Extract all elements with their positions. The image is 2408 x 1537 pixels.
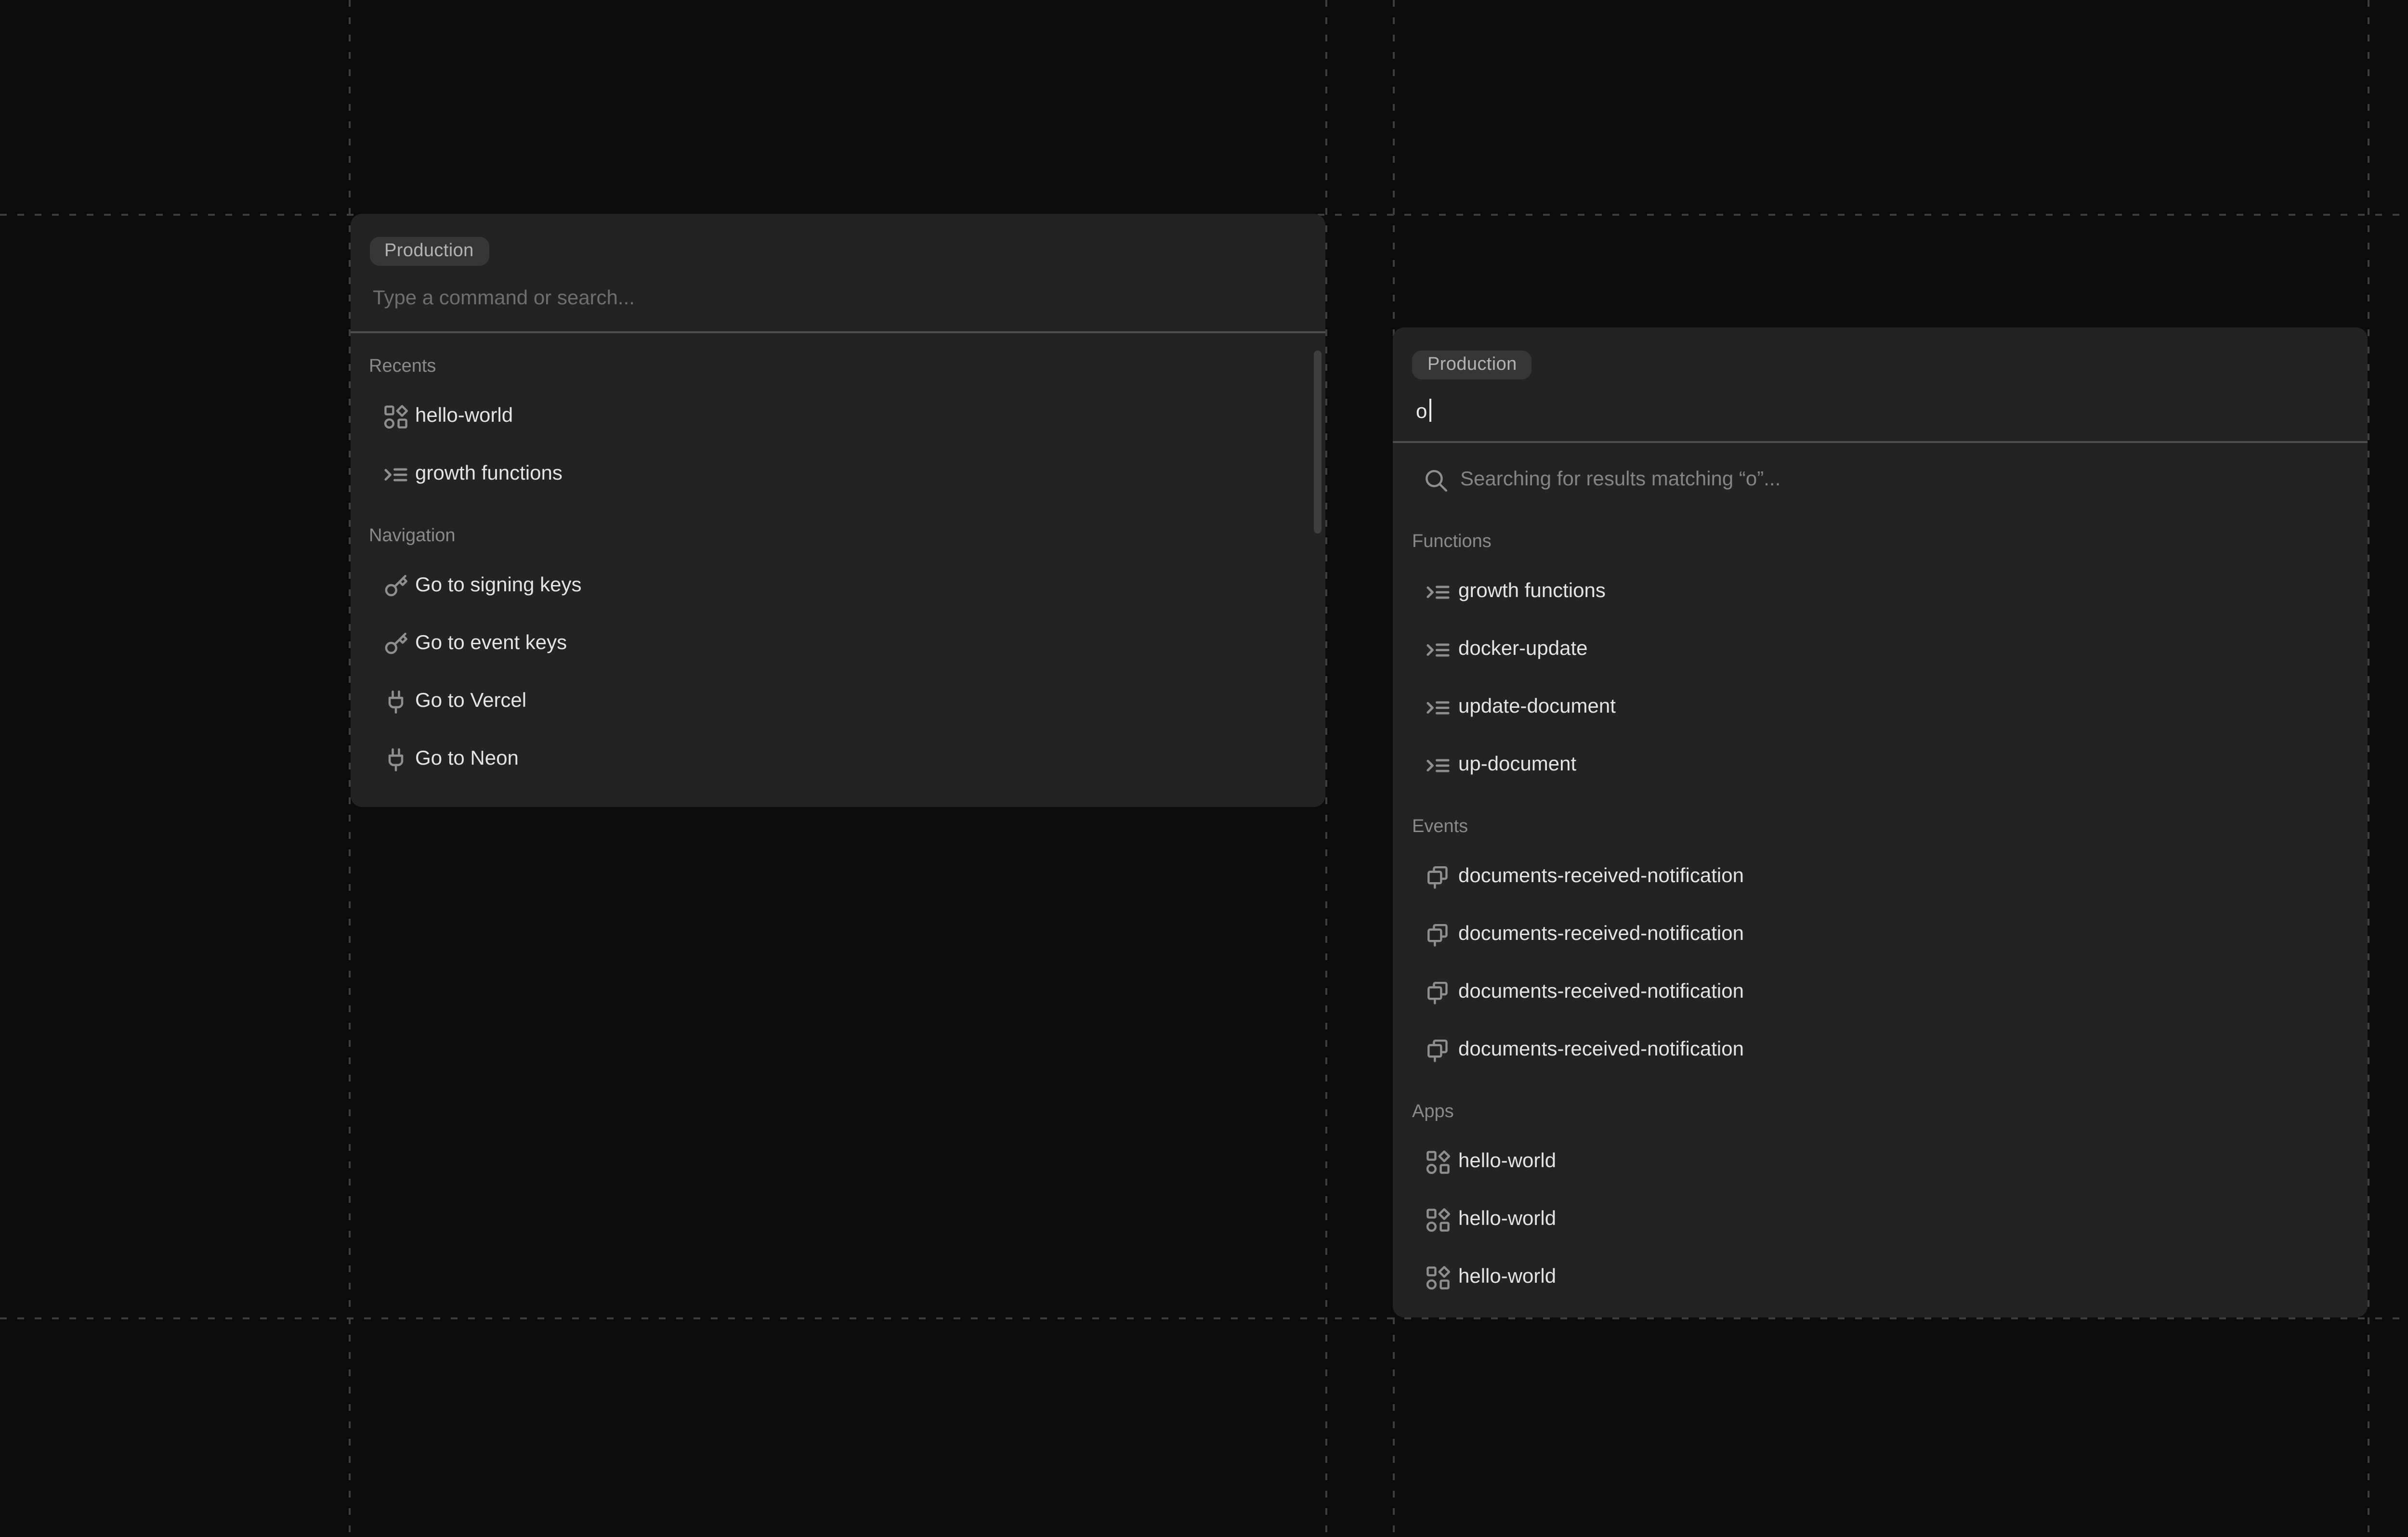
search-icon [1424, 467, 1449, 492]
event-icon [1426, 979, 1451, 1004]
scrollbar-thumb[interactable] [1313, 351, 1322, 534]
event-icon [1426, 864, 1451, 889]
command-search-input[interactable]: Type a command or search... [373, 285, 1306, 312]
environment-badge: Production [1412, 351, 1532, 379]
function-icon [1426, 694, 1451, 719]
apps-icon [382, 404, 407, 429]
search-hint-row: Searching for results matching “o”... [1393, 451, 2368, 508]
result-item[interactable]: growth functions [1393, 562, 2368, 620]
input-placeholder: Type a command or search... [373, 287, 635, 310]
page: Production Type a command or search... R… [0, 0, 2408, 1537]
grid-line-vertical-2 [1325, 0, 1327, 1537]
section-label-functions: Functions [1412, 532, 2348, 555]
result-item[interactable]: update-document [1393, 678, 2368, 736]
grid-line-horizontal-2 [0, 1317, 2408, 1319]
search-hint-text: Searching for results matching “o”... [1460, 468, 1780, 491]
result-item[interactable]: hello-world [1393, 1248, 2368, 1306]
apps-icon [1426, 1149, 1451, 1174]
result-label: docker-update [1458, 638, 1588, 661]
plug-icon [382, 746, 407, 771]
section-label-events: Events [1412, 817, 2348, 840]
input-value: o [1416, 401, 1427, 424]
result-label: up-document [1458, 753, 1576, 776]
result-label: documents-received-notification [1458, 865, 1744, 888]
key-icon [382, 631, 407, 656]
result-label: Go to Neon [415, 747, 519, 770]
event-icon [1426, 922, 1451, 947]
results-list: Recents hello-world growth functions Nav… [350, 356, 1325, 788]
result-label: update-document [1458, 695, 1616, 718]
apps-icon [1426, 1264, 1451, 1290]
key-icon [382, 573, 407, 598]
palette-header: Production o [1393, 327, 2368, 443]
function-icon [1426, 752, 1451, 777]
result-item[interactable]: growth functions [350, 445, 1325, 503]
command-search-input[interactable]: o [1416, 399, 2348, 426]
result-item[interactable]: hello-world [350, 387, 1325, 445]
result-label: Go to signing keys [415, 574, 582, 597]
result-item[interactable]: Go to Neon [350, 730, 1325, 788]
result-item[interactable]: docker-update [1393, 620, 2368, 678]
plug-icon [382, 689, 407, 714]
text-caret [1429, 399, 1431, 422]
result-label: documents-received-notification [1458, 1038, 1744, 1061]
result-item[interactable]: documents-received-notification [1393, 847, 2368, 905]
result-label: growth functions [415, 462, 563, 485]
environment-badge: Production [369, 237, 489, 266]
section-label-navigation: Navigation [369, 526, 1306, 549]
event-icon [1426, 1037, 1451, 1062]
grid-line-vertical-4 [2368, 0, 2369, 1537]
result-label: Go to event keys [415, 632, 567, 655]
command-palette-left: Production Type a command or search... R… [350, 214, 1325, 807]
result-item[interactable]: Go to Vercel [350, 672, 1325, 730]
section-label-recents: Recents [369, 356, 1306, 379]
result-item[interactable]: hello-world [1393, 1133, 2368, 1190]
function-icon [1426, 579, 1451, 604]
section-label-apps: Apps [1412, 1102, 2348, 1125]
canvas: Production Type a command or search... R… [0, 0, 2408, 1537]
result-item[interactable]: hello-world [1393, 1190, 2368, 1248]
result-item[interactable]: Go to event keys [350, 614, 1325, 672]
result-label: hello-world [1458, 1208, 1556, 1231]
result-item[interactable]: documents-received-notification [1393, 1021, 2368, 1079]
command-palette-right: Production o Searching for results match… [1393, 327, 2368, 1317]
results-list: Searching for results matching “o”... Fu… [1393, 451, 2368, 1306]
function-icon [382, 461, 407, 486]
result-label: hello-world [415, 404, 513, 428]
result-label: documents-received-notification [1458, 923, 1744, 946]
result-label: hello-world [1458, 1265, 1556, 1289]
result-item[interactable]: Go to signing keys [350, 557, 1325, 614]
function-icon [1426, 637, 1451, 662]
result-item[interactable]: documents-received-notification [1393, 963, 2368, 1021]
result-item[interactable]: up-document [1393, 736, 2368, 794]
result-label: Go to Vercel [415, 690, 526, 713]
result-item[interactable]: documents-received-notification [1393, 905, 2368, 963]
result-label: growth functions [1458, 580, 1606, 603]
palette-header: Production Type a command or search... [350, 214, 1325, 333]
result-label: documents-received-notification [1458, 980, 1744, 1003]
apps-icon [1426, 1207, 1451, 1232]
result-label: hello-world [1458, 1150, 1556, 1173]
